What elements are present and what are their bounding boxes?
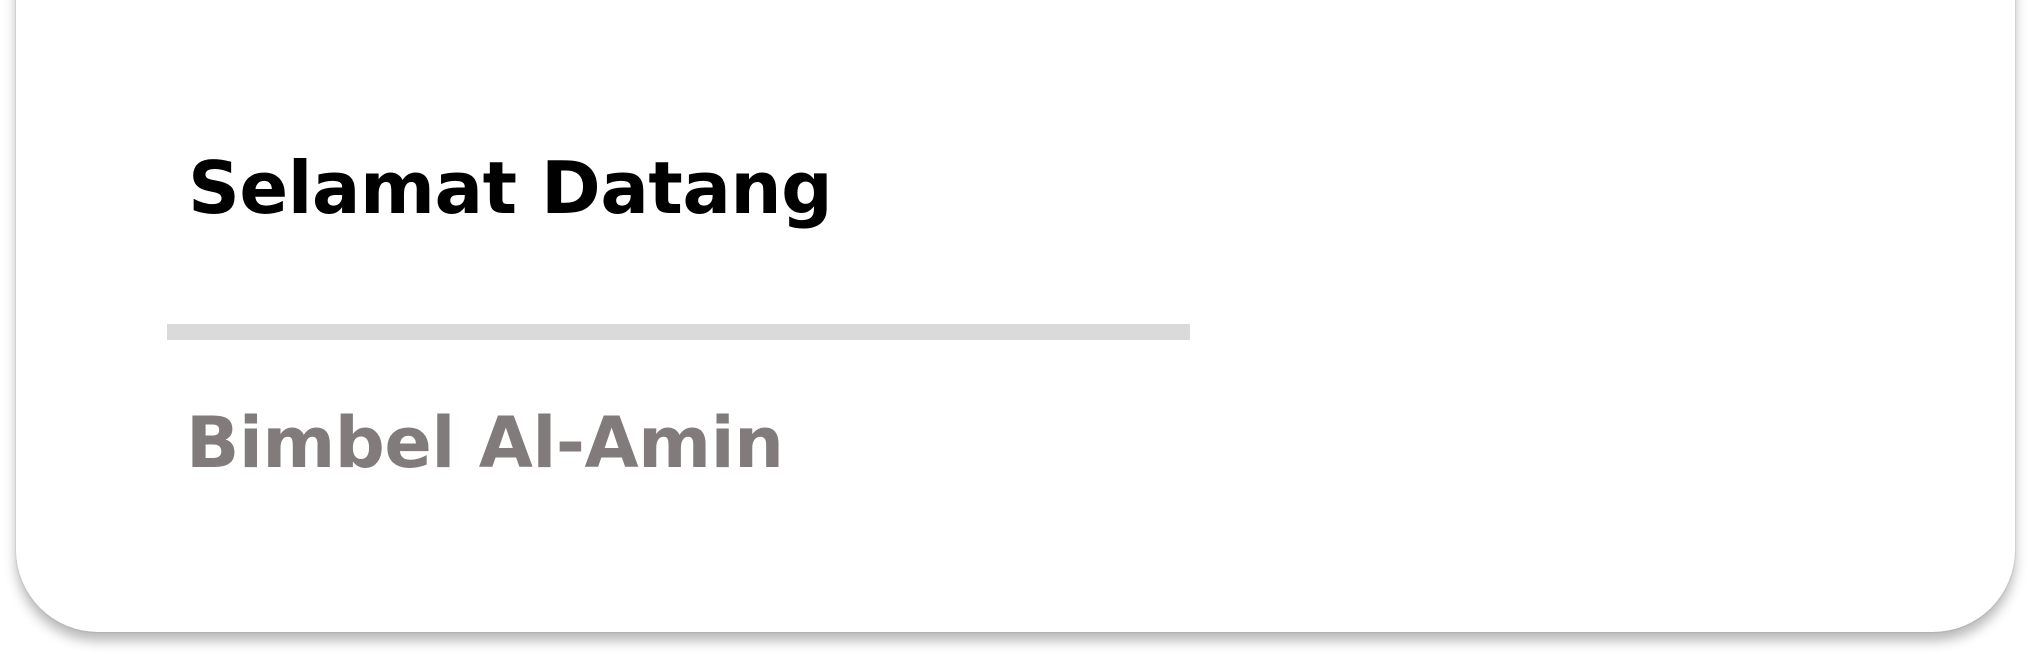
title-divider bbox=[167, 324, 1190, 340]
welcome-title: Selamat Datang bbox=[188, 146, 833, 230]
welcome-card: Selamat Datang Bimbel Al-Amin bbox=[16, 0, 2015, 632]
app-name: Bimbel Al-Amin bbox=[186, 402, 784, 484]
